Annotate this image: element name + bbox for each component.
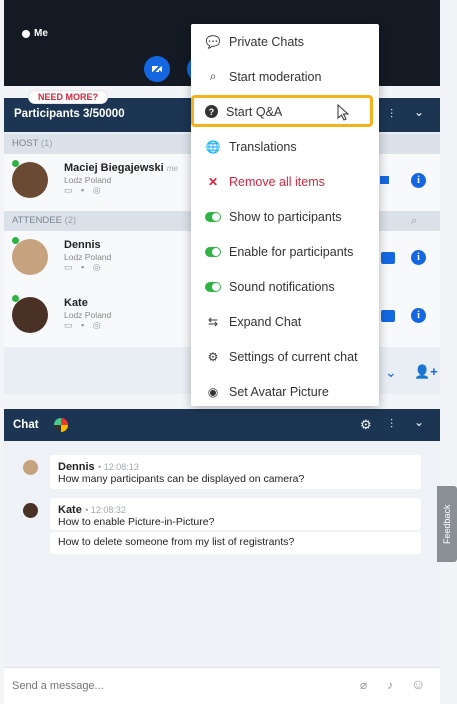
participant-location: Lodz Poland: [64, 252, 112, 262]
info-icon[interactable]: i: [411, 308, 426, 323]
avatar: [23, 460, 38, 475]
avatar: [12, 297, 48, 333]
search-icon[interactable]: ⌕: [411, 215, 417, 228]
device-icons: ▭ ▪ ◎: [64, 262, 104, 272]
chat-avatar-icon: [54, 418, 68, 432]
participant-name: Dennis: [64, 239, 101, 251]
participant-location: Lodz Poland: [64, 175, 112, 185]
avatar: [23, 503, 38, 518]
toggle-switch[interactable]: [205, 281, 221, 292]
online-indicator: [12, 160, 19, 167]
menu-item-set-avatar[interactable]: ◉ Set Avatar Picture: [191, 374, 379, 409]
menu-item-private-chats[interactable]: 💬 Private Chats: [191, 24, 379, 59]
chat-message: Dennis • 12:08:13 How many participants …: [50, 455, 421, 489]
online-indicator: [12, 295, 19, 302]
microphone-icon[interactable]: ♪: [387, 678, 393, 692]
menu-item-chat-settings[interactable]: ⚙ Settings of current chat: [191, 339, 379, 374]
attachment-icon[interactable]: ⌀: [360, 678, 367, 692]
device-icons: ▭ ▪ ◎: [64, 185, 104, 195]
device-icons: ▭ ▪ ◎: [64, 320, 104, 330]
camera-icon[interactable]: [380, 176, 389, 184]
participant-location: Lodz Poland: [64, 310, 112, 320]
chevron-down-icon[interactable]: ⌄: [414, 415, 424, 429]
menu-item-enable-for-participants[interactable]: Enable for participants: [191, 234, 379, 269]
feedback-tab[interactable]: Feedback: [437, 486, 457, 562]
need-more-badge[interactable]: NEED MORE?: [28, 90, 109, 104]
avatar: [12, 162, 48, 198]
expand-icon: ⇆: [207, 314, 219, 329]
card-icon[interactable]: [381, 310, 395, 322]
card-icon[interactable]: [381, 252, 395, 264]
add-user-icon[interactable]: 👤+: [414, 364, 438, 380]
online-indicator: [12, 237, 19, 244]
chevron-down-icon[interactable]: ⌄: [385, 364, 397, 381]
menu-item-show-to-participants[interactable]: Show to participants: [191, 199, 379, 234]
user-icon: [22, 29, 30, 38]
toggle-switch[interactable]: [205, 211, 221, 222]
participant-name: Kate: [64, 297, 88, 309]
chat-message: Kate • 12:08:32 How to enable Picture-in…: [50, 498, 421, 530]
participants-title: Participants 3/50000: [14, 108, 125, 120]
menu-item-remove-all[interactable]: ✕ Remove all items: [191, 164, 379, 199]
more-options-icon[interactable]: ⫶: [390, 107, 393, 122]
info-icon[interactable]: i: [411, 173, 426, 188]
menu-item-start-moderation[interactable]: ⌕ Start moderation: [191, 59, 379, 94]
gear-icon: ⚙: [207, 349, 219, 364]
camera-off-icon: [151, 63, 163, 75]
gear-icon[interactable]: ⚙: [360, 417, 372, 433]
chevron-down-icon[interactable]: ⌄: [414, 105, 424, 119]
camera-off-button[interactable]: [144, 56, 170, 82]
avatar-icon: ◉: [207, 384, 219, 399]
message-input[interactable]: [12, 676, 342, 696]
chat-message: How to delete someone from my list of re…: [50, 532, 421, 554]
question-icon: ?: [205, 105, 218, 118]
chat-input-bar: ⌀ ♪ ☺: [4, 667, 440, 704]
info-icon[interactable]: i: [411, 250, 426, 265]
emoji-icon[interactable]: ☺: [411, 676, 425, 692]
menu-item-expand-chat[interactable]: ⇆ Expand Chat: [191, 304, 379, 339]
chat-title: Chat: [13, 419, 39, 431]
participant-name: Maciej Biegajewski me: [64, 162, 178, 174]
mouse-cursor-icon: [337, 104, 350, 121]
chat-header: Chat ⚙ ⫶ ⌄: [4, 409, 440, 441]
toggle-switch[interactable]: [205, 246, 221, 257]
globe-icon: 🌐: [205, 139, 221, 154]
self-video-label: Me: [22, 28, 48, 39]
menu-item-translations[interactable]: 🌐 Translations: [191, 129, 379, 164]
menu-item-sound-notifications[interactable]: Sound notifications: [191, 269, 379, 304]
avatar: [12, 239, 48, 275]
chat-options-menu: 💬 Private Chats ⌕ Start moderation ? Start …: [191, 24, 379, 406]
chats-icon: 💬: [205, 34, 221, 49]
moderation-icon: ⌕: [209, 69, 217, 83]
more-options-icon[interactable]: ⫶: [390, 417, 393, 432]
x-icon: ✕: [207, 174, 219, 189]
